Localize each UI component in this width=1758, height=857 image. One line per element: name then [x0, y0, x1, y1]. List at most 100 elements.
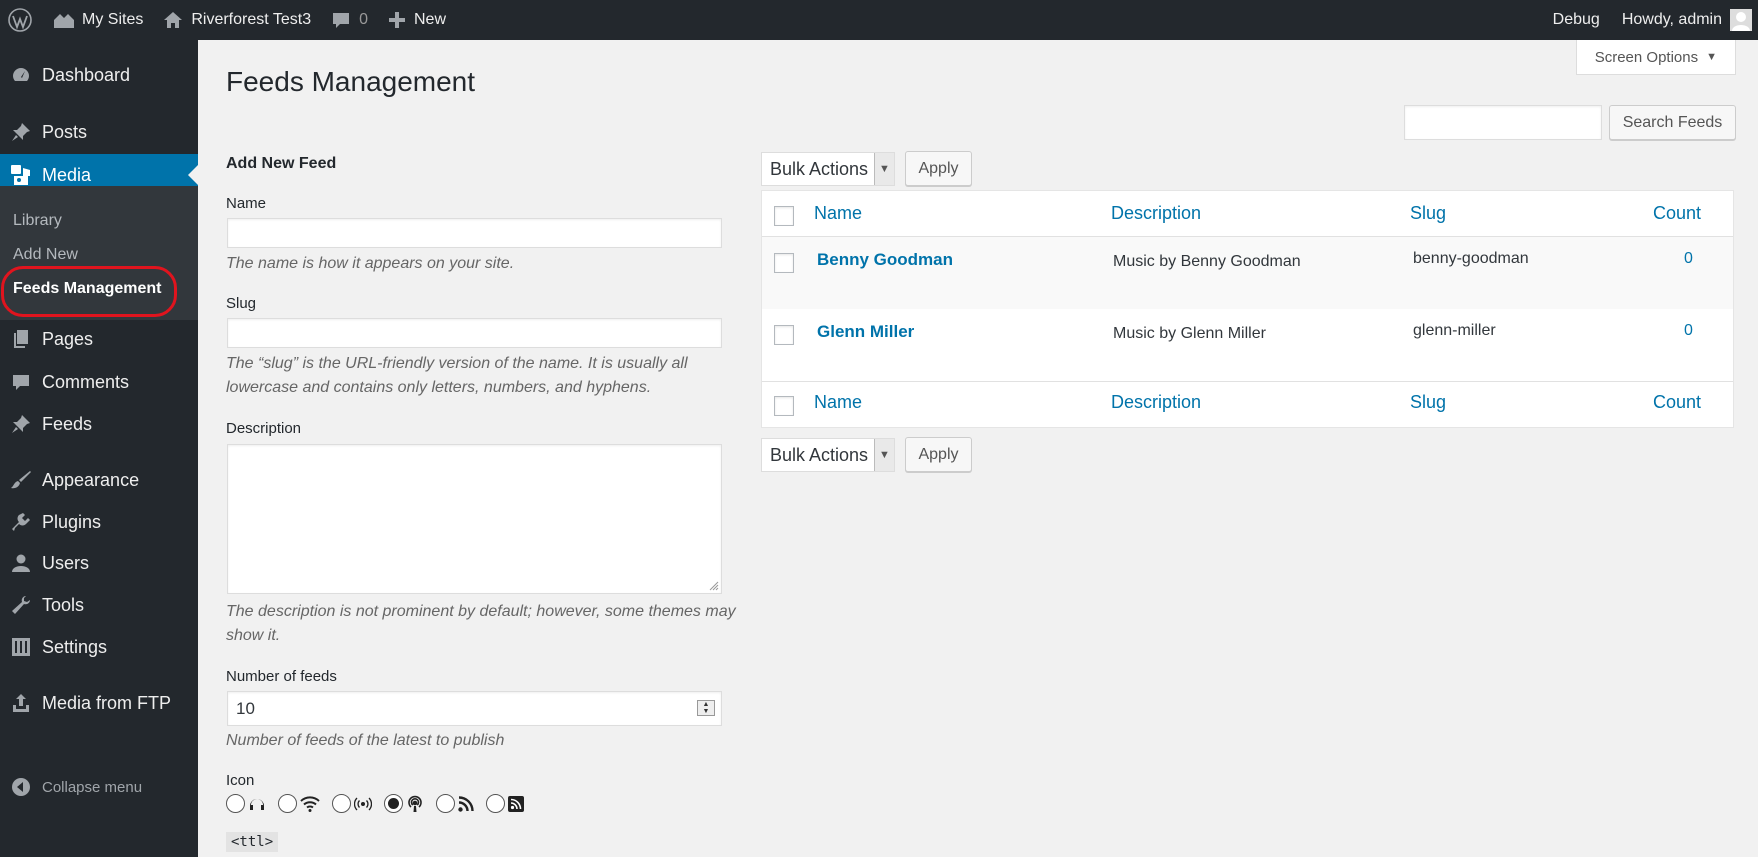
icon-option-podcast[interactable]: [384, 794, 424, 813]
ttl-code-label: <ttl>: [226, 832, 279, 852]
column-footer-count[interactable]: Count: [1653, 392, 1701, 413]
headphones-icon: [250, 798, 264, 810]
icon-option-rss-square[interactable]: [486, 794, 524, 813]
submenu-item-library[interactable]: Library: [13, 212, 62, 230]
apply-button-bottom[interactable]: Apply: [905, 437, 972, 472]
home-icon: [164, 12, 183, 28]
stepper-up-icon[interactable]: ▲: [698, 701, 714, 708]
name-label: Name: [226, 195, 267, 212]
pushpin-icon: [12, 123, 30, 141]
sidebar-item-label: Tools: [42, 594, 85, 615]
number-stepper[interactable]: ▲ ▼: [697, 700, 715, 716]
column-header-description[interactable]: Description: [1111, 203, 1201, 224]
number-of-feeds-value: 10: [236, 698, 255, 718]
select-all-checkbox[interactable]: [774, 206, 794, 226]
apply-button-top[interactable]: Apply: [905, 151, 972, 186]
sidebar-item-plugins[interactable]: Plugins: [0, 505, 198, 539]
caret-down-icon: ▼: [1706, 51, 1717, 63]
sidebar-item-posts[interactable]: Posts: [0, 115, 198, 149]
description-textarea[interactable]: [227, 444, 722, 594]
site-name-menu[interactable]: Riverforest Test3: [153, 0, 321, 40]
row-checkbox[interactable]: [774, 325, 794, 345]
collapse-menu-button[interactable]: Collapse menu: [0, 777, 198, 797]
description-help-line-2: show it.: [226, 627, 281, 644]
resize-grip-icon[interactable]: [709, 581, 719, 591]
icon-option-rss[interactable]: [436, 794, 474, 813]
comment-bubble-icon: [333, 13, 350, 28]
icon-label: Icon: [226, 772, 255, 789]
comment-bubble-icon: [13, 375, 29, 390]
chevron-down-icon: ▼: [874, 153, 894, 185]
sidebar-item-dashboard[interactable]: Dashboard: [0, 58, 198, 92]
icon-option-wifi[interactable]: [278, 794, 320, 813]
my-sites-menu[interactable]: My Sites: [42, 0, 153, 40]
paintbrush-icon: [11, 471, 31, 489]
number-of-feeds-label: Number of feeds: [226, 668, 337, 685]
bulk-actions-select-top[interactable]: Bulk Actions ▼: [761, 152, 895, 186]
radio-button[interactable]: [486, 794, 505, 813]
feed-count-link[interactable]: 0: [1684, 322, 1693, 340]
search-input[interactable]: [1404, 105, 1602, 140]
stepper-down-icon[interactable]: ▼: [698, 708, 714, 715]
column-header-name[interactable]: Name: [814, 203, 862, 224]
screen-options-button[interactable]: Screen Options ▼: [1575, 40, 1736, 75]
wordpress-logo-icon[interactable]: [0, 0, 42, 40]
row-checkbox[interactable]: [774, 253, 794, 273]
icon-option-headphones[interactable]: [226, 794, 266, 813]
select-all-checkbox-footer[interactable]: [774, 396, 794, 416]
feed-name-link[interactable]: Benny Goodman: [817, 250, 953, 270]
user-icon: [12, 554, 30, 572]
radio-button[interactable]: [278, 794, 297, 813]
radio-button[interactable]: [226, 794, 245, 813]
sidebar-item-comments[interactable]: Comments: [0, 365, 198, 399]
debug-menu[interactable]: Debug: [1543, 0, 1612, 40]
sidebar-item-label: Media from FTP: [42, 692, 172, 713]
sidebar-item-label: Pages: [42, 328, 94, 349]
sidebar-item-media-from-ftp[interactable]: Media from FTP: [0, 686, 198, 720]
feed-name-link[interactable]: Glenn Miller: [817, 322, 914, 342]
description-help-line-1: The description is not prominent by defa…: [226, 603, 736, 620]
radio-button[interactable]: [436, 794, 455, 813]
rss-icon: [458, 795, 474, 812]
column-footer-description[interactable]: Description: [1111, 392, 1201, 413]
description-label: Description: [226, 420, 302, 437]
sidebar-item-settings[interactable]: Settings: [0, 630, 198, 664]
settings-sliders-icon: [12, 638, 30, 656]
sidebar-item-tools[interactable]: Tools: [0, 588, 198, 622]
column-footer-slug[interactable]: Slug: [1410, 392, 1446, 413]
bulk-actions-select-bottom[interactable]: Bulk Actions ▼: [761, 438, 895, 472]
account-menu[interactable]: Howdy, admin: [1612, 0, 1758, 40]
bulk-actions-value: Bulk Actions: [770, 444, 869, 465]
sidebar-item-label: Media: [42, 164, 92, 185]
column-header-count[interactable]: Count: [1653, 203, 1701, 224]
sidebar-item-appearance[interactable]: Appearance: [0, 463, 198, 497]
bulk-actions-value: Bulk Actions: [770, 158, 869, 179]
plugin-icon: [12, 513, 30, 531]
sidebar-item-label: Appearance: [42, 469, 140, 490]
sidebar-item-users[interactable]: Users: [0, 546, 198, 580]
sidebar-item-feeds[interactable]: Feeds: [0, 407, 198, 441]
column-header-slug[interactable]: Slug: [1410, 203, 1446, 224]
search-feeds-button[interactable]: Search Feeds: [1609, 105, 1736, 140]
comments-menu[interactable]: 0: [321, 0, 378, 40]
podcast-icon: [408, 795, 422, 812]
radio-button[interactable]: [332, 794, 351, 813]
sidebar-item-pages[interactable]: Pages: [0, 322, 198, 356]
chevron-down-icon: ▼: [874, 439, 894, 471]
slug-field[interactable]: [227, 318, 722, 348]
icon-option-broadcast[interactable]: [332, 794, 372, 813]
new-content-menu[interactable]: New: [378, 0, 456, 40]
collapse-arrow-icon: [12, 778, 30, 796]
sidebar-item-label: Users: [42, 552, 90, 573]
number-of-feeds-description: Number of feeds of the latest to publish: [226, 732, 505, 749]
column-footer-name[interactable]: Name: [814, 392, 862, 413]
number-of-feeds-input[interactable]: 10 ▲ ▼: [227, 691, 722, 726]
admin-sidebar: Dashboard Posts Media Library Add New Fe…: [0, 40, 198, 857]
radio-button-selected[interactable]: [384, 794, 403, 813]
wifi-icon: [300, 795, 320, 812]
submenu-item-add-new[interactable]: Add New: [13, 246, 78, 264]
feed-count-link[interactable]: 0: [1684, 250, 1693, 268]
sidebar-item-label: Posts: [42, 121, 88, 142]
feeds-table: Name Description Slug Count Benny Goodma…: [761, 190, 1734, 428]
name-field[interactable]: [227, 218, 722, 248]
